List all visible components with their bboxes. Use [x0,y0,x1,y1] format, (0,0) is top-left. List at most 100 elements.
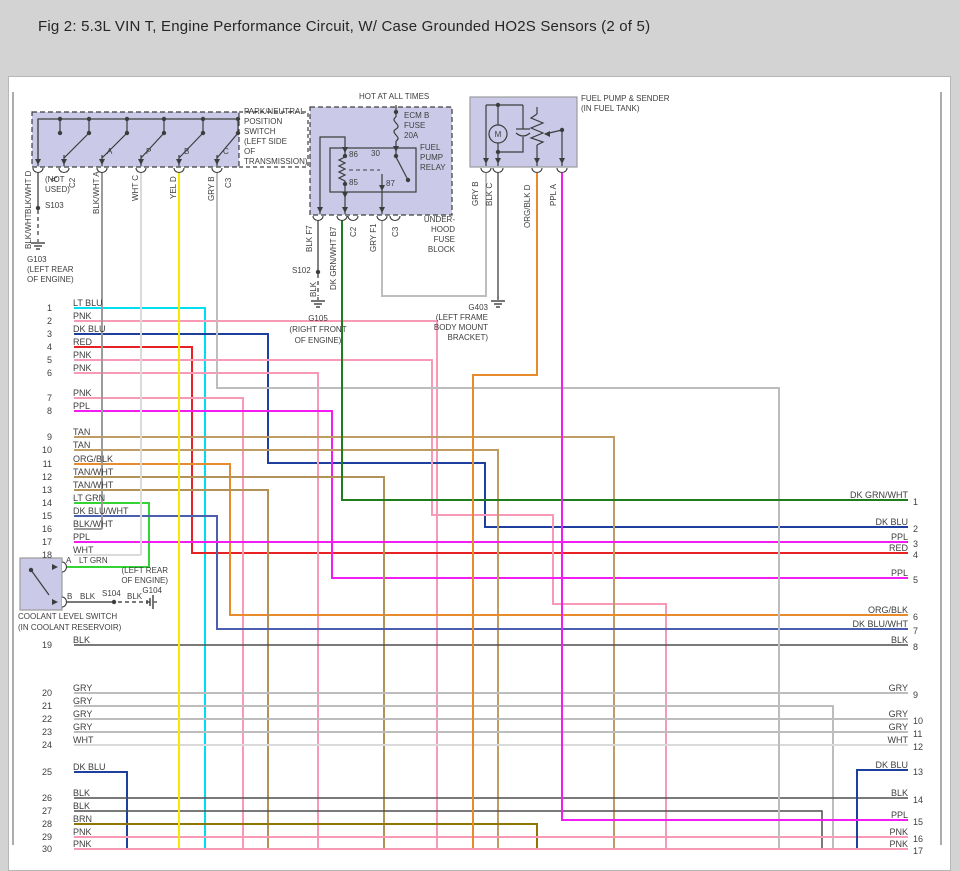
g104-loc-2: OF ENGINE) [121,576,168,585]
right-row-label-14: BLK [806,788,908,798]
park-neutral-label-2: POSITION [244,117,282,126]
left-row-label-30: PNK [73,839,92,849]
right-row-number-17: 17 [913,846,923,856]
connector-bump-3 [136,168,146,173]
splice-s102-label: S102 [292,266,311,275]
left-row-label-17: PPL [73,532,90,542]
left-row-label-2: PNK [73,311,92,321]
left-row-number-19: 19 [20,640,52,650]
left-row-label-13: TAN/WHT [73,480,113,490]
left-row-number-15: 15 [20,511,52,521]
g403-loc-1: (LEFT FRAME [436,313,488,322]
ground-g105 [311,297,325,307]
right-row-label-15: PPL [806,810,908,820]
fuse-pin-b7: DK GRN/WHT B7 [329,227,338,290]
ecm-b-fuse-label-1: ECM B [404,111,429,120]
left-row-number-27: 27 [20,806,52,816]
right-row-label-16: PNK [806,827,908,837]
motor-m-label: M [495,130,502,139]
relay-pin-85: 85 [349,178,358,187]
pump-pin-b: GRY B [471,181,480,206]
left-row-number-9: 9 [20,432,52,442]
fuse-conn-c3: C3 [391,227,400,237]
wire-row9-tan [74,437,614,848]
left-row-label-4: RED [73,337,92,347]
park-pin-label-d2: YEL D [169,176,178,199]
park-pin-label-d: BLK/WHT D [24,171,33,214]
left-row-number-5: 5 [20,355,52,365]
junction-dot-17 [496,103,500,107]
right-row-label-17: PNK [806,839,908,849]
park-neutral-label-6: TRANSMISSION) [244,157,308,166]
junction-dot-18 [496,150,500,154]
g403-label: G403 [468,303,488,312]
fuse-pin-f1: GRY F1 [369,223,378,252]
connector-bump-4 [174,168,184,173]
left-row-label-20: GRY [73,683,92,693]
relay-pin-87: 87 [386,179,395,188]
connector-bump-13 [532,168,542,173]
coolant-pin-a-color: LT GRN [79,556,108,565]
left-row-label-6: PNK [73,363,92,373]
right-row-number-13: 13 [913,767,923,777]
wire-relay-dk-grn-wht [342,216,908,500]
pump-pin-c: BLK C [485,183,494,206]
park-contact-p: P [146,147,151,156]
not-used-2: USED) [45,185,70,194]
right-row-number-15: 15 [913,817,923,827]
right-row-number-4: 4 [913,550,918,560]
fuse-pin-f7: BLK F7 [305,225,314,252]
fuse-block-label-1: UNDER- [424,215,455,224]
park-conn-c2: C2 [68,178,77,188]
left-row-label-23: GRY [73,722,92,732]
pump-pin-d: ORG/BLK D [523,184,532,228]
junction-dot-9 [201,131,205,135]
right-row-number-3: 3 [913,539,918,549]
coolant-pin-b-color: BLK [80,592,95,601]
fuel-pump-relay-label-3: RELAY [420,163,446,172]
left-row-number-7: 7 [20,393,52,403]
right-row-number-12: 12 [913,742,923,752]
right-row-number-2: 2 [913,524,918,534]
wire-row6-pnk [74,373,318,848]
g403-loc-2: BODY MOUNT [434,323,488,332]
connector-bump-14 [557,168,567,173]
junction-dot-6 [162,117,166,121]
right-row-number-14: 14 [913,795,923,805]
left-row-label-8: PPL [73,401,90,411]
right-row-label-7: DK BLU/WHT [806,619,908,629]
left-row-label-5: PNK [73,350,92,360]
park-neutral-switch-box [32,112,239,167]
right-row-label-13: DK BLU [806,760,908,770]
right-row-label-10: GRY [806,709,908,719]
junction-dot-5 [125,131,129,135]
right-row-label-11: GRY [806,722,908,732]
fuel-pump-relay-label-2: PUMP [420,153,443,162]
left-row-number-8: 8 [20,406,52,416]
right-row-number-8: 8 [913,642,918,652]
left-row-label-12: TAN/WHT [73,467,113,477]
fuse-block-label-3: FUSE [434,235,455,244]
right-row-number-1: 1 [913,497,918,507]
junction-dot-12 [343,154,347,158]
junction-dot-10 [236,117,240,121]
left-row-number-4: 4 [20,342,52,352]
ground-g103 [31,239,45,249]
left-row-number-17: 17 [20,537,52,547]
left-row-label-3: DK BLU [73,324,106,334]
right-row-label-2: DK BLU [806,517,908,527]
left-row-number-20: 20 [20,688,52,698]
left-row-number-13: 13 [20,485,52,495]
right-row-number-6: 6 [913,612,918,622]
g103-loc-1: (LEFT REAR [27,265,74,274]
park-neutral-label-4: (LEFT SIDE [244,137,287,146]
park-neutral-label-5: OF [244,147,255,156]
left-row-number-29: 29 [20,832,52,842]
junction-dot-21 [36,206,40,210]
connector-bump-16 [62,597,67,607]
left-row-label-27: BLK [73,801,90,811]
left-row-number-24: 24 [20,740,52,750]
left-row-label-26: BLK [73,788,90,798]
splice-s104-label: S104 [102,589,121,598]
park-pin-label-a-nu: A [50,177,59,182]
